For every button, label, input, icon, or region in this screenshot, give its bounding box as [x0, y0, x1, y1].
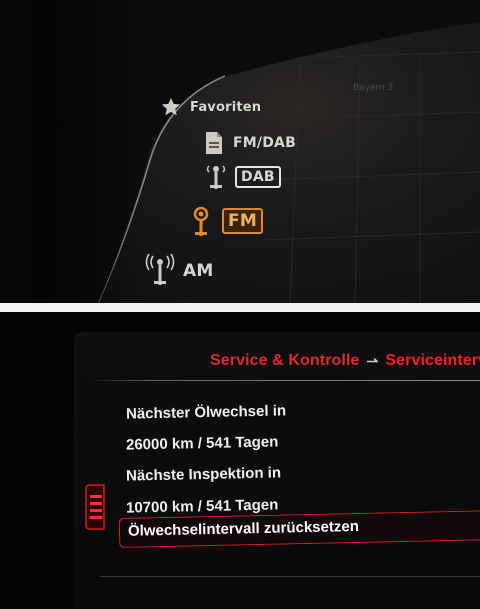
breadcrumb-current: Serviceintervalle [385, 352, 480, 369]
header-divider [88, 380, 480, 381]
source-am[interactable]: AM [145, 254, 213, 288]
breadcrumb: Service & Kontrolle ⇀ Serviceintervalle [210, 352, 480, 370]
source-fm-dab[interactable]: FM/DAB [203, 131, 296, 155]
image-divider [0, 303, 480, 312]
source-label: Favoriten [190, 99, 262, 115]
fm-antenna-icon [188, 204, 214, 238]
document-icon [203, 131, 225, 155]
star-icon [160, 96, 182, 118]
footer-divider [100, 576, 480, 577]
next-oil-change-label: Nächster Ölwechsel in [125, 402, 287, 423]
source-label: AM [183, 261, 214, 281]
source-fm[interactable]: FM [188, 204, 263, 238]
breadcrumb-parent[interactable]: Service & Kontrolle [210, 352, 360, 370]
source-label: DAB [235, 166, 281, 188]
radio-source-panel: Bayern 3 Favoriten FM/DAB DAB FM AM [0, 0, 480, 303]
source-label: FM/DAB [233, 135, 296, 151]
source-label: FM [222, 208, 263, 234]
next-inspection-label: Nächste Inspektion in [125, 464, 282, 485]
source-favoriten[interactable]: Favoriten [160, 96, 261, 118]
service-panel: Service & Kontrolle ⇀ Serviceintervalle … [0, 312, 480, 609]
next-oil-change-value: 26000 km / 541 Tagen [125, 433, 279, 454]
station-hint: Bayern 3 [353, 83, 394, 93]
dab-antenna-icon [205, 163, 227, 191]
am-antenna-icon [145, 254, 175, 288]
next-inspection-value: 10700 km / 541 Tagen [125, 496, 279, 517]
breadcrumb-arrow-icon: ⇀ [366, 352, 379, 369]
source-dab[interactable]: DAB [205, 163, 281, 191]
reset-oil-interval-label: Ölwechselintervall zurücksetzen [127, 517, 360, 540]
scroll-indicator-icon [85, 484, 105, 530]
